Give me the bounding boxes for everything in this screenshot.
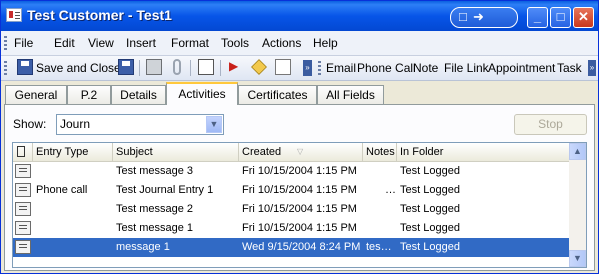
grid-vertical-scrollbar[interactable]: ▲ ▼	[569, 143, 586, 267]
menu-view[interactable]: View	[88, 36, 114, 50]
cell-created: Fri 10/15/2004 1:15 PM	[242, 184, 357, 196]
chevron-down-icon[interactable]: ▼	[206, 116, 222, 133]
toolbar-overflow-chevron[interactable]: »	[303, 60, 312, 76]
tab-details[interactable]: Details	[111, 85, 166, 104]
close-button[interactable]: ✕	[573, 7, 594, 28]
follow-up-flag-icon[interactable]	[227, 59, 243, 75]
cell-created: Fri 10/15/2004 1:15 PM	[242, 165, 357, 177]
tab-certificates[interactable]: Certificates	[238, 85, 317, 104]
toolbar-link-task[interactable]: Task	[557, 61, 582, 75]
notes-icon[interactable]	[275, 59, 291, 75]
back-arrow-icon: □	[459, 9, 467, 24]
column-header-created-label: Created	[242, 146, 282, 158]
tab-all-fields[interactable]: All Fields	[317, 85, 384, 104]
column-header-subject[interactable]: Subject	[113, 143, 239, 161]
menu-format[interactable]: Format	[171, 36, 209, 50]
journal-entry-icon	[15, 164, 31, 178]
window-title: Test Customer - Test1	[27, 7, 172, 23]
outlook-contact-window: Test Customer - Test1 □ ➜ _ □ ✕ File Edi…	[0, 0, 599, 274]
cell-subject: Test message 3	[116, 165, 194, 177]
activities-panel: Show: Journ ▼ Stop Entry Type Subject Cr…	[4, 104, 595, 271]
menu-bar: File Edit View Insert Format Tools Actio…	[1, 31, 598, 56]
journal-entry-icon	[15, 221, 31, 235]
cell-subject: message 1	[116, 241, 170, 253]
menubar-grip[interactable]	[4, 36, 7, 50]
cell-folder: Test Logged	[400, 241, 460, 253]
cell-created: Wed 9/15/2004 8:24 PM	[242, 241, 361, 253]
column-header-icon[interactable]	[13, 143, 33, 161]
tab-p2[interactable]: P.2	[67, 85, 111, 104]
column-header-created[interactable]: Created ▽	[239, 143, 363, 161]
title-bar[interactable]: Test Customer - Test1 □ ➜ _ □ ✕	[1, 1, 598, 31]
cell-created: Fri 10/15/2004 1:15 PM	[242, 203, 357, 215]
column-header-notes[interactable]: Notes	[363, 143, 397, 161]
phone-call-icon	[15, 183, 31, 197]
toolbar-link-note[interactable]: Note	[413, 61, 438, 75]
forward-arrow-icon: ➜	[473, 9, 484, 24]
show-dropdown-value: Journ	[60, 117, 91, 131]
toolbar-separator	[139, 60, 140, 76]
table-row[interactable]: Phone call Test Journal Entry 1 Fri 10/1…	[13, 181, 569, 200]
toolbar-separator	[220, 60, 221, 76]
cell-folder: Test Logged	[400, 165, 460, 177]
menu-tools[interactable]: Tools	[221, 36, 249, 50]
menu-help[interactable]: Help	[313, 36, 338, 50]
menu-file[interactable]: File	[14, 36, 33, 50]
tab-activities[interactable]: Activities	[166, 82, 238, 105]
show-dropdown[interactable]: Journ ▼	[56, 114, 224, 135]
activities-grid: Entry Type Subject Created ▽ Notes In Fo…	[12, 142, 587, 268]
toolbar2-grip[interactable]	[318, 61, 321, 75]
table-row[interactable]: Test message 2 Fri 10/15/2004 1:15 PM Te…	[13, 200, 569, 219]
scroll-down-arrow-icon[interactable]: ▼	[569, 250, 586, 267]
tab-strip: General P.2 Details Activities Certifica…	[1, 81, 598, 105]
cell-folder: Test Logged	[400, 184, 460, 196]
save-and-close-button[interactable]: Save and Close	[36, 61, 121, 75]
scroll-up-arrow-icon[interactable]: ▲	[569, 143, 586, 160]
cell-notes: …	[385, 184, 396, 196]
cell-folder: Test Logged	[400, 203, 460, 215]
cell-created: Fri 10/15/2004 1:15 PM	[242, 222, 357, 234]
table-row[interactable]: Test message 3 Fri 10/15/2004 1:15 PM Te…	[13, 162, 569, 181]
toolbar-separator	[190, 60, 191, 76]
column-header-in-folder[interactable]: In Folder	[397, 143, 569, 161]
paperclip-icon[interactable]	[173, 59, 181, 75]
cell-folder: Test Logged	[400, 222, 460, 234]
table-row[interactable]: Test message 1 Fri 10/15/2004 1:15 PM Te…	[13, 219, 569, 238]
journal-entry-icon	[15, 240, 31, 254]
maximize-button[interactable]: □	[550, 7, 571, 28]
journal-entry-icon	[15, 202, 31, 216]
standard-toolbar: Save and Close » Email Phone Call Note F…	[1, 56, 598, 81]
toolbar-link-email[interactable]: Email	[326, 61, 356, 75]
grid-header: Entry Type Subject Created ▽ Notes In Fo…	[13, 143, 569, 162]
print-icon[interactable]	[146, 59, 162, 75]
copy-icon[interactable]	[198, 59, 214, 75]
title-extra-button[interactable]: □ ➜	[450, 7, 518, 28]
cell-notes: tes…	[366, 241, 392, 253]
tab-general[interactable]: General	[5, 85, 67, 104]
cell-subject: Test message 2	[116, 203, 194, 215]
document-icon	[17, 146, 25, 157]
menu-edit[interactable]: Edit	[54, 36, 75, 50]
toolbar-grip[interactable]	[4, 61, 7, 75]
toolbar-link-file-link[interactable]: File Link	[444, 61, 489, 75]
categories-icon[interactable]	[251, 59, 267, 75]
cell-entry-type: Phone call	[36, 184, 88, 196]
toolbar-link-appointment[interactable]: Appointment	[488, 61, 555, 75]
column-header-entry-type[interactable]: Entry Type	[33, 143, 113, 161]
menu-actions[interactable]: Actions	[262, 36, 301, 50]
save-icon[interactable]	[118, 59, 134, 75]
toolbar-link-phone-call[interactable]: Phone Call	[357, 61, 416, 75]
menu-insert[interactable]: Insert	[126, 36, 156, 50]
cell-subject: Test Journal Entry 1	[116, 184, 214, 196]
sort-descending-icon: ▽	[297, 147, 304, 156]
cell-subject: Test message 1	[116, 222, 194, 234]
show-label: Show:	[13, 117, 47, 131]
contact-card-icon[interactable]	[6, 8, 22, 22]
table-row-selected[interactable]: message 1 Wed 9/15/2004 8:24 PM tes… Tes…	[13, 238, 569, 257]
minimize-button[interactable]: _	[527, 7, 548, 28]
save-disk-icon[interactable]	[17, 59, 33, 75]
stop-button[interactable]: Stop	[514, 114, 587, 135]
toolbar-overflow-chevron-2[interactable]: »	[588, 60, 596, 76]
